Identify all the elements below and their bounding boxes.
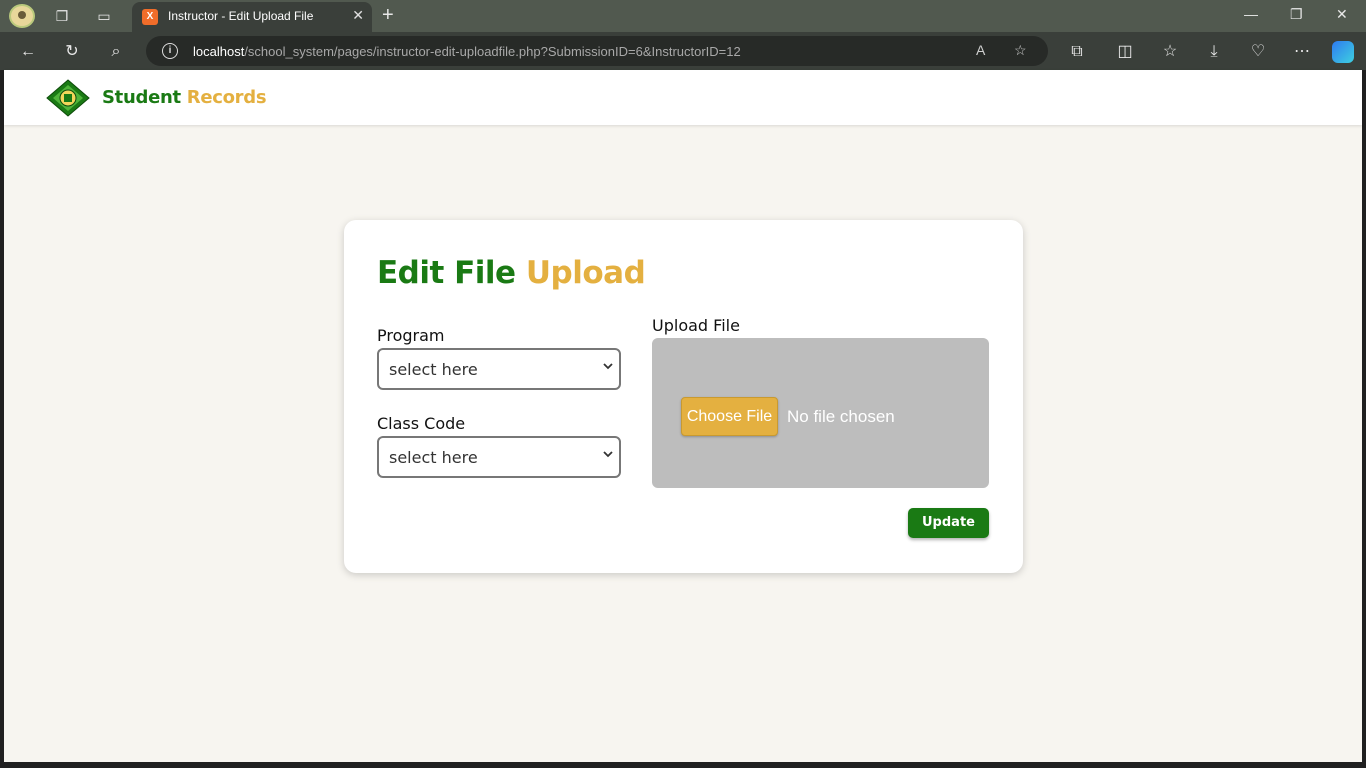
read-aloud-icon[interactable]: A [976,42,985,58]
back-icon[interactable]: ← [17,41,39,63]
url-text: localhost/school_system/pages/instructor… [193,44,741,59]
update-button[interactable]: Update [908,508,989,538]
tab-actions-icon[interactable]: ▭ [94,6,114,26]
chevron-down-icon [603,451,613,458]
class-code-select[interactable]: select here [377,436,621,478]
page-content: Student Records Edit File Upload Program… [4,70,1362,762]
search-icon[interactable]: ⌕ [105,41,127,63]
browser-navbar: ← ↻ ⌕ i localhost/school_system/pages/in… [0,32,1366,70]
title-part1: Edit File [377,255,516,291]
url-path: /school_system/pages/instructor-edit-upl… [244,44,741,59]
school-logo-icon [46,79,90,117]
address-bar[interactable]: i localhost/school_system/pages/instruct… [146,36,1048,66]
choose-file-button[interactable]: Choose File [681,397,778,436]
refresh-icon[interactable]: ↻ [61,41,83,63]
program-select-value: select here [389,360,478,379]
tab-title: Instructor - Edit Upload File [168,9,314,23]
brand-part1: Student [102,87,181,108]
restore-icon[interactable]: ❐ [1290,6,1303,23]
close-icon[interactable]: ✕ [1336,6,1348,23]
chevron-down-icon [603,363,613,370]
browser-tab[interactable]: X Instructor - Edit Upload File ✕ [132,2,372,32]
edit-upload-card: Edit File Upload Program select here Cla… [344,220,1023,573]
site-header: Student Records [4,70,1362,125]
favorites-icon[interactable]: ☆ [1159,41,1181,63]
no-file-status: No file chosen [787,407,895,426]
new-tab-icon[interactable]: + [382,4,394,27]
page-title: Edit File Upload [377,255,646,291]
program-label: Program [377,326,445,345]
program-select[interactable]: select here [377,348,621,390]
minimize-icon[interactable]: — [1244,6,1258,22]
profile-avatar[interactable] [9,4,35,28]
workspaces-icon[interactable]: ❐ [52,6,72,26]
downloads-icon[interactable]: ⤓ [1203,41,1225,63]
brand-part2: Records [186,87,267,108]
extensions-icon[interactable]: ⧉ [1066,41,1088,63]
file-upload-area[interactable]: Choose File No file chosen [652,338,989,488]
tab-close-icon[interactable]: ✕ [352,7,364,24]
more-icon[interactable]: ⋯ [1291,41,1313,63]
upload-file-label: Upload File [652,316,740,335]
class-code-select-value: select here [389,448,478,467]
brand-name[interactable]: Student Records [102,87,267,108]
copilot-icon[interactable] [1332,41,1354,63]
split-screen-icon[interactable]: ◫ [1114,41,1136,63]
favorite-icon[interactable]: ☆ [1014,42,1027,59]
url-host: localhost [193,44,245,59]
title-part2: Upload [525,255,646,291]
browser-titlebar: ❐ ▭ X Instructor - Edit Upload File ✕ + … [0,0,1366,32]
browser-essentials-icon[interactable]: ♡ [1247,41,1269,63]
site-info-icon[interactable]: i [162,43,178,59]
xampp-favicon-icon: X [142,9,158,25]
class-code-label: Class Code [377,414,466,433]
